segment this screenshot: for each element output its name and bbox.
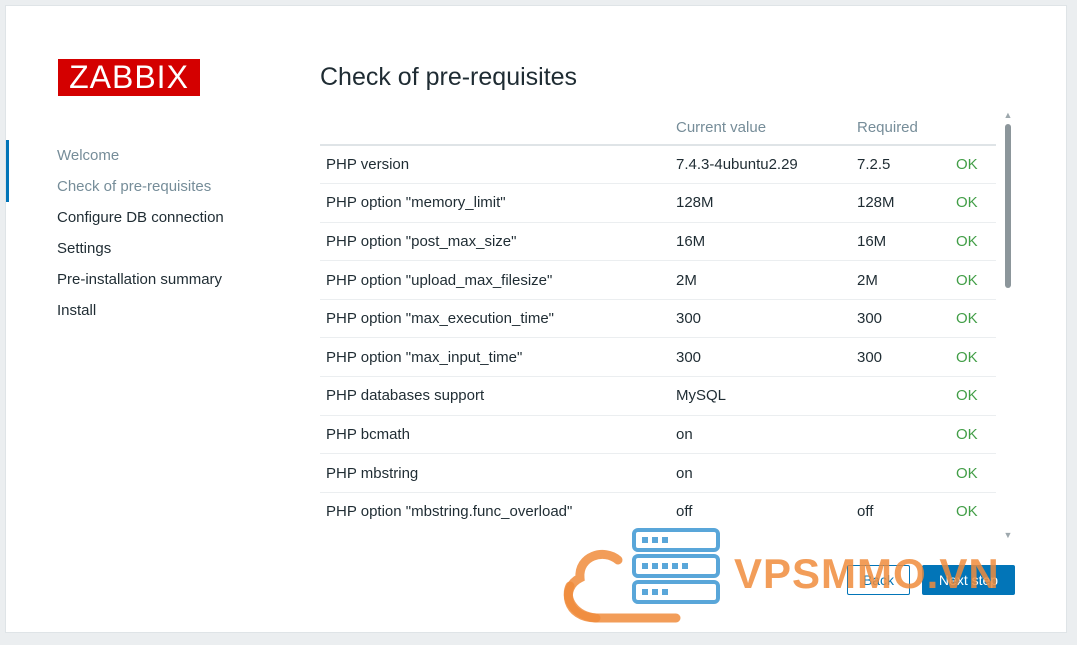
requirement-name: PHP option "max_execution_time" [320, 299, 670, 339]
table-row: PHP option "max_execution_time" 300 300 OK [320, 299, 996, 339]
table-scrollbar[interactable]: ▲ ▼ [1003, 110, 1013, 540]
requirement-name: PHP option "memory_limit" [320, 183, 670, 223]
status-ok: OK [950, 145, 996, 185]
required-value: 16M [851, 222, 950, 262]
page-title: Check of pre-requisites [320, 63, 578, 91]
nav-step-settings: Settings [57, 240, 112, 257]
table-row: PHP option "mbstring.func_overload" off of… [320, 492, 996, 530]
table-row: PHP bcmath on OK [320, 415, 996, 455]
requirement-name: PHP mbstring [320, 453, 670, 493]
status-ok: OK [950, 415, 996, 455]
status-ok: OK [950, 299, 996, 339]
setup-steps-nav: Welcome Check of pre-requisites Configur… [6, 140, 266, 326]
status-ok: OK [950, 222, 996, 262]
status-ok: OK [950, 183, 996, 223]
requirement-name: PHP option "upload_max_filesize" [320, 260, 670, 300]
requirement-name: PHP option "max_input_time" [320, 337, 670, 378]
required-value [851, 376, 950, 416]
back-button[interactable]: Back [847, 565, 910, 595]
required-value: 300 [851, 337, 950, 378]
prerequisites-table-container[interactable]: Current value Required PHP version 7.4.3-… [320, 110, 996, 530]
current-value: 300 [670, 337, 851, 378]
current-value: MySQL [670, 376, 851, 416]
nav-step-db-connection: Configure DB connection [57, 209, 224, 226]
nav-step-summary: Pre-installation summary [57, 271, 223, 288]
header-name [320, 110, 670, 146]
current-value: 16M [670, 222, 851, 262]
table-row: PHP option "max_input_time" 300 300 OK [320, 337, 996, 378]
required-value: 128M [851, 183, 950, 223]
header-required: Required [851, 110, 950, 146]
nav-step-prerequisites: Check of pre-requisites [57, 178, 212, 195]
current-value: on [670, 415, 851, 455]
next-step-button[interactable]: Next step [922, 565, 1015, 595]
requirement-name: PHP option "mbstring.func_overload" [320, 492, 670, 530]
status-ok: OK [950, 376, 996, 416]
required-value [851, 453, 950, 493]
nav-step-install: Install [57, 302, 97, 319]
requirement-name: PHP version [320, 145, 670, 185]
required-value: 300 [851, 299, 950, 339]
current-value: 128M [670, 183, 851, 223]
current-value: 300 [670, 299, 851, 339]
zabbix-logo: ZABBIX [58, 59, 200, 96]
cloud-server-logo-icon [563, 528, 720, 623]
setup-card: ZABBIX Welcome Check of pre-requisites C… [5, 5, 1067, 633]
requirement-name: PHP option "post_max_size" [320, 222, 670, 262]
status-ok: OK [950, 453, 996, 493]
table-row: PHP option "memory_limit" 128M 128M OK [320, 183, 996, 223]
requirement-name: PHP databases support [320, 376, 670, 416]
scroll-down-arrow-icon[interactable]: ▼ [1003, 530, 1013, 540]
required-value: 2M [851, 260, 950, 300]
current-value: 7.4.3-4ubuntu2.29 [670, 145, 851, 185]
table-row: PHP option "post_max_size" 16M 16M OK [320, 222, 996, 262]
status-ok: OK [950, 260, 996, 300]
table-row: PHP option "upload_max_filesize" 2M 2M OK [320, 260, 996, 300]
requirement-name: PHP bcmath [320, 415, 670, 455]
required-value [851, 415, 950, 455]
required-value: off [851, 492, 950, 530]
required-value: 7.2.5 [851, 145, 950, 185]
table-header-row: Current value Required [320, 110, 996, 146]
scroll-up-arrow-icon[interactable]: ▲ [1003, 110, 1013, 120]
table-row: PHP mbstring on OK [320, 453, 996, 493]
table-row: PHP databases support MySQL OK [320, 376, 996, 416]
scrollbar-thumb[interactable] [1005, 124, 1011, 288]
status-ok: OK [950, 492, 996, 530]
nav-step-welcome: Welcome [57, 147, 120, 164]
current-value: on [670, 453, 851, 493]
prerequisites-table: Current value Required PHP version 7.4.3-… [320, 110, 996, 530]
header-current-value: Current value [670, 110, 851, 146]
status-ok: OK [950, 337, 996, 378]
current-value: off [670, 492, 851, 530]
current-value: 2M [670, 260, 851, 300]
header-status [950, 110, 996, 146]
table-row: PHP version 7.4.3-4ubuntu2.29 7.2.5 OK [320, 145, 996, 185]
